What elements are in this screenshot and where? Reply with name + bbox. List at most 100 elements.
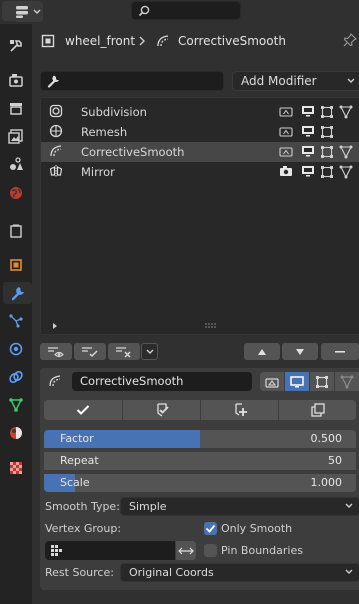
vertex-group-input[interactable] [45, 541, 175, 560]
view-layer-tab-icon[interactable] [4, 125, 28, 147]
triangle-vertices-icon[interactable] [339, 165, 353, 179]
list-remove-icon [116, 346, 131, 358]
physics-tab-icon[interactable] [4, 338, 28, 360]
edit-mode-toggle[interactable] [260, 372, 284, 391]
monitor-icon[interactable] [301, 165, 315, 177]
rest-source-label: Rest Source: [45, 566, 114, 579]
list-check-icon [82, 346, 98, 357]
apply-as-shape-button[interactable] [123, 400, 200, 420]
vertex-square-icon[interactable] [320, 105, 334, 119]
vertex-square-icon[interactable] [320, 145, 334, 159]
collection-tab-icon[interactable] [4, 220, 28, 242]
cage-toggle[interactable] [310, 372, 334, 391]
triangle-vertices-icon[interactable] [339, 145, 353, 159]
vertex-square-icon[interactable] [320, 165, 334, 179]
on-cage-toggle[interactable] [335, 372, 359, 391]
corrective-smooth-panel: CorrectiveSmooth Factor 0.500 Repeat 50 … [40, 368, 359, 590]
only-smooth-label: Only Smooth [221, 522, 293, 535]
vertex-square-icon[interactable] [320, 125, 334, 139]
scene-tab-icon[interactable] [4, 153, 28, 175]
material-tab-icon[interactable] [4, 422, 28, 444]
smooth-type-value: Simple [129, 500, 167, 513]
modifier-row[interactable]: Mirror [41, 162, 359, 182]
tool-tab-icon[interactable] [4, 35, 28, 57]
wrench-icon [47, 75, 59, 88]
rest-source-value: Original Coords [129, 566, 214, 579]
object-tab-icon[interactable] [4, 254, 28, 276]
constraints-tab-icon[interactable] [4, 366, 28, 388]
triangle-vertices-icon [340, 375, 354, 388]
edit-mode-icon [265, 377, 279, 388]
smooth-type-label: Smooth Type: [45, 500, 120, 513]
texture-tab-icon[interactable] [4, 457, 28, 479]
render-tab-icon[interactable] [4, 69, 28, 91]
copy-modifier-button[interactable] [279, 400, 356, 420]
add-modifier-dropdown[interactable]: Add Modifier [232, 71, 359, 91]
remesh-icon [49, 124, 63, 138]
duplicate-icon [310, 403, 325, 417]
repeat-value: 50 [328, 454, 342, 467]
edit-mode-icon[interactable] [279, 105, 293, 117]
scale-slider[interactable]: Scale 1.000 [44, 474, 356, 492]
monitor-icon[interactable] [301, 125, 315, 137]
pin-icon[interactable] [343, 33, 357, 47]
render-camera-icon[interactable] [279, 165, 293, 177]
show-in-viewport-list-button[interactable] [40, 343, 72, 360]
apply-button[interactable] [44, 400, 122, 420]
chevron-down-icon [33, 9, 41, 14]
modifier-name: Remesh [81, 125, 128, 139]
pin-boundaries-checkbox[interactable] [204, 544, 217, 557]
checkmark-icon [76, 405, 90, 415]
remove-modifier-button[interactable] [321, 343, 359, 360]
invert-vertex-group-button[interactable] [176, 541, 196, 560]
monitor-icon [290, 375, 304, 387]
properties-search-input[interactable] [131, 1, 241, 20]
modifier-name: Subdivision [81, 105, 147, 119]
smooth-type-dropdown[interactable]: Simple [120, 497, 359, 516]
modifier-name-input[interactable]: CorrectiveSmooth [72, 372, 252, 391]
modifier-filter-input[interactable] [40, 71, 224, 91]
subdivision-icon [49, 104, 63, 118]
rest-source-dropdown[interactable]: Original Coords [120, 563, 359, 582]
scale-label: Scale [60, 476, 90, 489]
monitor-icon[interactable] [301, 145, 315, 157]
pin-boundaries-label: Pin Boundaries [221, 544, 303, 557]
expand-triangle-icon[interactable] [51, 322, 59, 330]
output-tab-icon[interactable] [4, 97, 28, 119]
repeat-field[interactable]: Repeat 50 [44, 452, 356, 470]
data-tab-icon[interactable] [4, 394, 28, 416]
factor-slider[interactable]: Factor 0.500 [44, 430, 356, 448]
modifier-stack-list[interactable]: Subdivision Remesh CorrectiveSmooth Mirror [40, 97, 359, 335]
world-tab-icon[interactable] [4, 182, 28, 204]
factor-value: 0.500 [310, 432, 343, 445]
select-all-list-button[interactable] [74, 343, 106, 360]
resize-grip-icon[interactable] [205, 323, 217, 328]
editor-type-selector[interactable] [13, 2, 43, 22]
modifier-tab-icon[interactable] [3, 282, 32, 304]
edit-mode-icon[interactable] [279, 125, 293, 137]
viewport-display-toggle[interactable] [285, 372, 309, 391]
list-options-dropdown[interactable] [141, 343, 158, 360]
only-smooth-checkbox[interactable] [204, 522, 217, 535]
scale-value: 1.000 [310, 476, 343, 489]
triangle-vertices-icon[interactable] [339, 105, 353, 119]
monitor-icon[interactable] [301, 105, 315, 117]
search-icon [138, 5, 150, 16]
smooth-icon [49, 144, 63, 158]
checkmark-icon [205, 524, 216, 533]
modifier-row[interactable]: Remesh [41, 122, 359, 142]
save-as-shape-button[interactable] [201, 400, 278, 420]
modifier-row[interactable]: CorrectiveSmooth [41, 142, 359, 162]
remove-list-button[interactable] [108, 343, 140, 360]
edit-mode-icon[interactable] [279, 145, 293, 157]
smooth-icon [49, 375, 61, 387]
modifier-row[interactable]: Subdivision [41, 102, 359, 122]
chevron-down-icon [345, 569, 353, 574]
move-down-button[interactable] [282, 343, 318, 360]
vertex-square-icon [316, 375, 328, 388]
chevron-down-icon [345, 503, 353, 508]
mirror-icon [49, 164, 63, 178]
move-up-button[interactable] [244, 343, 280, 360]
vertex-group-icon [51, 545, 62, 556]
particles-tab-icon[interactable] [4, 310, 28, 332]
